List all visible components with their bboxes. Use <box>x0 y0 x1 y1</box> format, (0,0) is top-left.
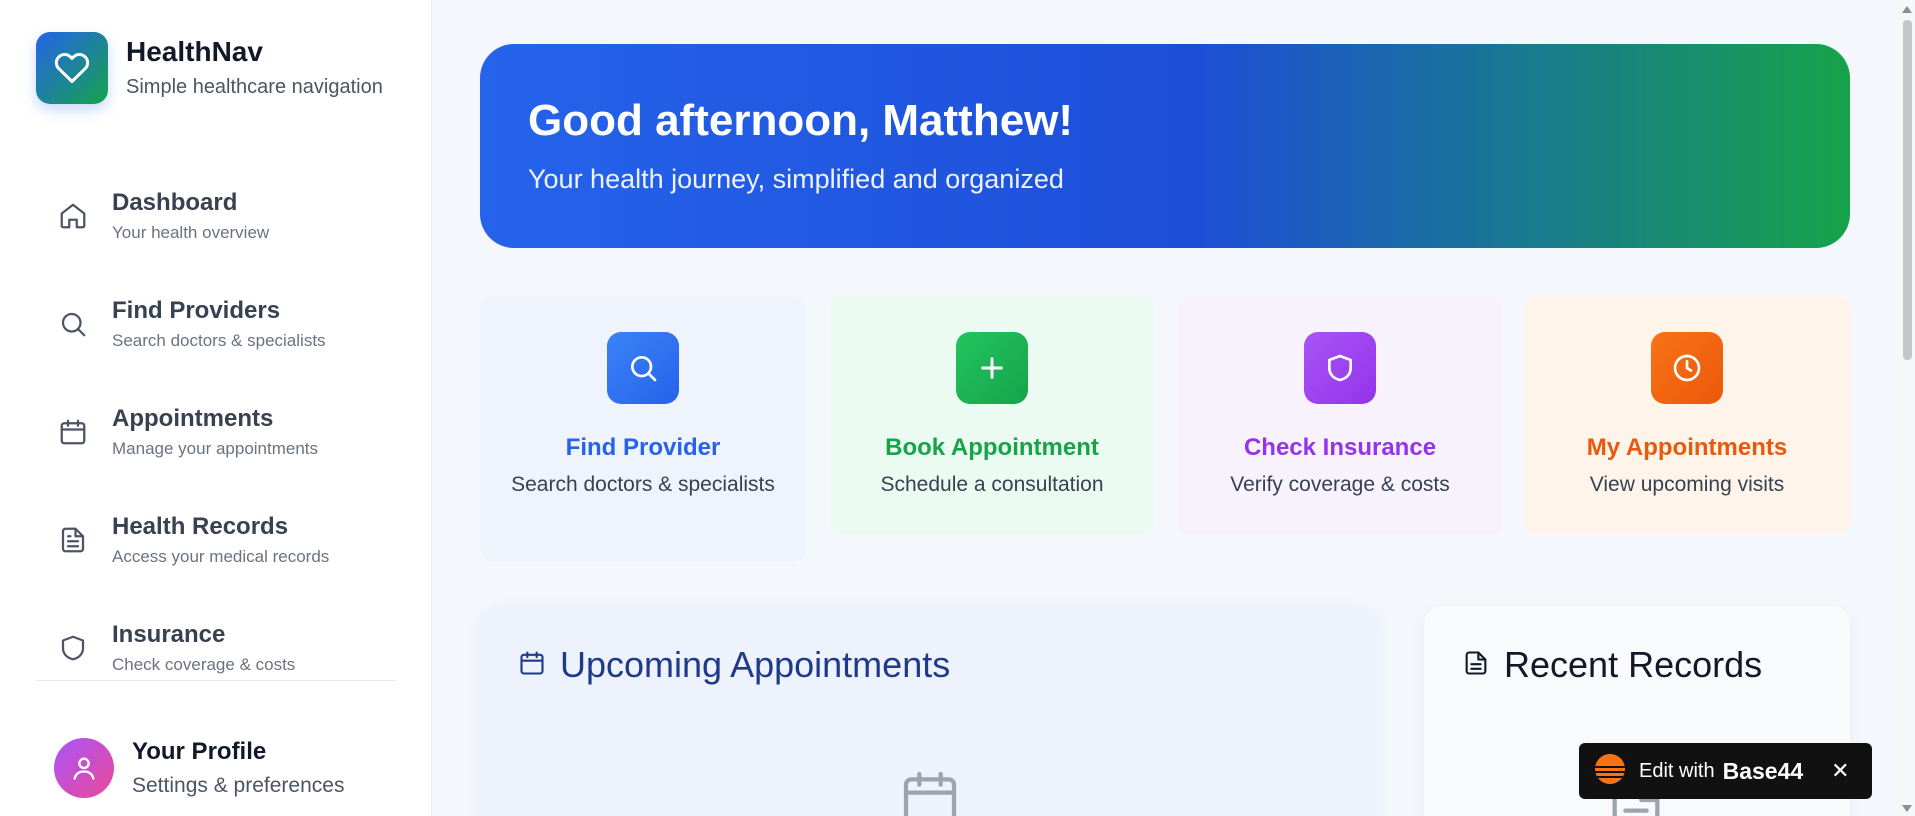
card-subtitle: Verify coverage & costs <box>1230 473 1450 496</box>
empty-calendar-icon <box>898 766 962 816</box>
base44-logo-icon <box>1595 753 1625 789</box>
card-title: Book Appointment <box>885 434 1099 461</box>
brand-subtitle: Simple healthcare navigation <box>126 75 383 98</box>
sidebar-item-label: Find Providers <box>112 297 281 324</box>
greeting-subtitle: Your health journey, simplified and orga… <box>528 164 1064 194</box>
close-icon[interactable]: ✕ <box>1831 758 1849 784</box>
upcoming-appointments-panel: Upcoming Appointments <box>480 606 1378 816</box>
quick-action-book-appointment[interactable]: Book Appointment Schedule a consultation <box>829 296 1155 534</box>
home-icon <box>58 201 88 231</box>
quick-action-check-insurance[interactable]: Check Insurance Verify coverage & costs <box>1177 296 1503 534</box>
clock-icon <box>1651 332 1723 404</box>
user-icon <box>54 738 114 798</box>
sidebar: HealthNav Simple healthcare navigation D… <box>0 0 432 816</box>
card-subtitle: Search doctors & specialists <box>511 473 775 496</box>
profile-subtitle: Settings & preferences <box>132 774 345 797</box>
sidebar-item-sub: Search doctors & specialists <box>112 331 326 350</box>
card-title: Check Insurance <box>1243 434 1437 461</box>
sidebar-item-appointments[interactable]: Appointments Manage your appointments <box>36 378 396 486</box>
card-title: My Appointments <box>1586 434 1788 461</box>
scroll-thumb[interactable] <box>1903 20 1912 360</box>
sidebar-item-sub: Check coverage & costs <box>112 655 296 674</box>
scroll-up-icon[interactable] <box>1902 6 1912 13</box>
sidebar-item-sub: Access your medical records <box>112 547 330 566</box>
brand[interactable]: HealthNav Simple healthcare navigation <box>36 32 383 104</box>
sidebar-item-insurance[interactable]: Insurance Check coverage & costs <box>36 594 396 702</box>
edit-with-base44-badge[interactable]: Edit with Base44 ✕ <box>1579 743 1872 799</box>
brand-title: HealthNav <box>126 36 263 68</box>
quick-action-find-provider[interactable]: Find Provider Search doctors & specialis… <box>480 296 806 562</box>
sidebar-item-label: Appointments <box>112 405 274 432</box>
quick-action-my-appointments[interactable]: My Appointments View upcoming visits <box>1524 296 1850 534</box>
sidebar-item-sub: Manage your appointments <box>112 439 319 458</box>
shield-icon <box>58 633 88 663</box>
panel-title: Recent Records <box>1504 644 1763 685</box>
sidebar-item-label: Health Records <box>112 513 289 540</box>
sidebar-item-label: Insurance <box>112 621 226 648</box>
search-icon <box>607 332 679 404</box>
heart-icon <box>36 32 108 104</box>
calendar-icon <box>518 649 546 682</box>
calendar-icon <box>58 417 88 447</box>
plus-icon <box>956 332 1028 404</box>
card-subtitle: View upcoming visits <box>1589 473 1785 496</box>
profile-name: Your Profile <box>132 738 267 765</box>
panel-title: Upcoming Appointments <box>560 644 951 685</box>
shield-icon <box>1304 332 1376 404</box>
sidebar-item-health-records[interactable]: Health Records Access your medical recor… <box>36 486 396 594</box>
sidebar-nav: Dashboard Your health overview Find Prov… <box>36 162 396 702</box>
profile-link[interactable]: Your Profile Settings & preferences <box>54 738 344 798</box>
badge-brand: Base44 <box>1722 757 1804 784</box>
scroll-down-icon[interactable] <box>1902 805 1912 812</box>
card-title: Find Provider <box>565 434 721 461</box>
sidebar-item-find-providers[interactable]: Find Providers Search doctors & speciali… <box>36 270 396 378</box>
card-subtitle: Schedule a consultation <box>880 473 1104 496</box>
search-icon <box>58 309 88 339</box>
document-icon <box>1462 649 1490 682</box>
document-icon <box>58 525 88 555</box>
sidebar-item-label: Dashboard <box>112 189 238 216</box>
welcome-banner: Good afternoon, Matthew! Your health jou… <box>480 44 1850 248</box>
greeting-title: Good afternoon, Matthew! <box>528 96 1074 145</box>
sidebar-item-dashboard[interactable]: Dashboard Your health overview <box>36 162 396 270</box>
page-scrollbar[interactable] <box>1898 0 1915 816</box>
sidebar-item-sub: Your health overview <box>112 223 270 242</box>
sidebar-divider <box>36 680 396 681</box>
badge-text: Edit with <box>1639 759 1715 782</box>
